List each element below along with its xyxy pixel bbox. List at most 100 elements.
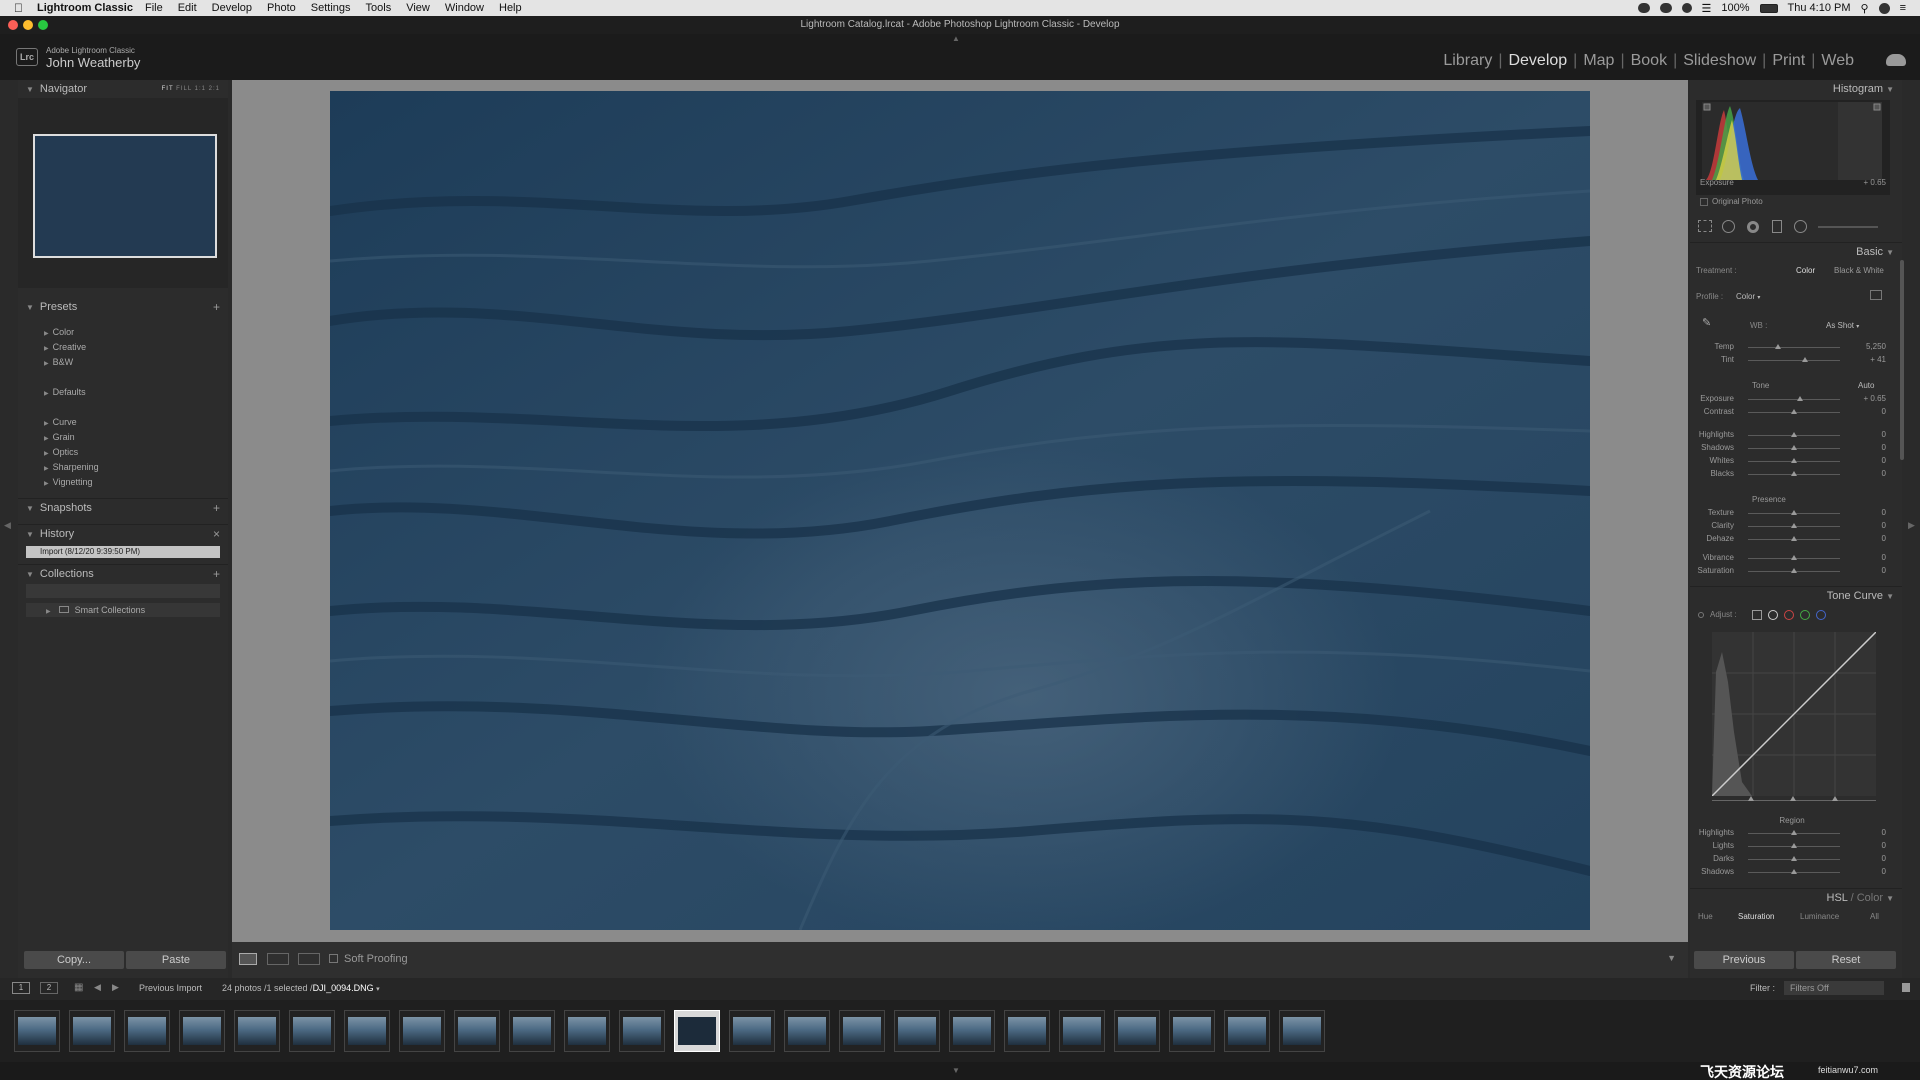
smart-collections-item[interactable]: ▶ Smart Collections bbox=[26, 603, 220, 617]
filmstrip-thumbnail[interactable] bbox=[839, 1010, 885, 1052]
module-develop[interactable]: Develop bbox=[1502, 52, 1573, 70]
graduated-filter-icon[interactable] bbox=[1772, 220, 1782, 233]
highlights-value[interactable]: 0 bbox=[1856, 828, 1886, 837]
before-after-icon[interactable] bbox=[267, 953, 289, 965]
history-item[interactable]: Import (8/12/20 9:39:50 PM) bbox=[26, 546, 220, 558]
preset-group-optics[interactable]: ▶ Optics bbox=[44, 447, 78, 457]
cloud-sync-icon[interactable] bbox=[1886, 54, 1906, 66]
radial-filter-icon[interactable] bbox=[1794, 220, 1807, 233]
texture-slider-knob[interactable] bbox=[1791, 510, 1797, 515]
filmstrip-thumbnail[interactable] bbox=[289, 1010, 335, 1052]
lights-slider-knob[interactable] bbox=[1791, 843, 1797, 848]
filmstrip-thumbnail[interactable] bbox=[509, 1010, 555, 1052]
module-library[interactable]: Library bbox=[1437, 52, 1498, 70]
histogram-header[interactable]: Histogram ▼ bbox=[1690, 80, 1902, 98]
zoom-1-1[interactable]: 1:1 bbox=[195, 86, 206, 92]
module-slideshow[interactable]: Slideshow bbox=[1677, 52, 1762, 70]
exposure-value[interactable]: + 0.65 bbox=[1856, 394, 1886, 403]
filmstrip-thumbnail[interactable] bbox=[1169, 1010, 1215, 1052]
filmstrip-source[interactable]: Previous Import bbox=[139, 983, 202, 993]
filmstrip-thumbnail[interactable] bbox=[1059, 1010, 1105, 1052]
profile-dropdown[interactable]: Color ▾ bbox=[1736, 292, 1760, 301]
main-photo[interactable] bbox=[330, 91, 1590, 930]
hsl-tab-saturation[interactable]: Saturation bbox=[1738, 912, 1774, 921]
menu-develop[interactable]: Develop bbox=[212, 2, 252, 14]
auto-tone-button[interactable]: Auto bbox=[1858, 381, 1874, 390]
histogram-graph[interactable] bbox=[1702, 102, 1882, 180]
filter-lock-icon[interactable] bbox=[1902, 983, 1910, 992]
highlights-value[interactable]: 0 bbox=[1856, 430, 1886, 439]
color-title[interactable]: Color bbox=[1857, 892, 1883, 904]
bottom-panel-toggle-icon[interactable]: ▼ bbox=[952, 1066, 960, 1075]
filmstrip-thumbnail[interactable] bbox=[949, 1010, 995, 1052]
crop-tool-icon[interactable] bbox=[1698, 220, 1712, 232]
blacks-value[interactable]: 0 bbox=[1856, 469, 1886, 478]
red-eye-icon[interactable] bbox=[1747, 221, 1759, 233]
spotlight-search-icon[interactable]: ⚲ bbox=[1861, 2, 1869, 15]
filmstrip-thumbnail[interactable] bbox=[729, 1010, 775, 1052]
second-window-icon[interactable]: 2 bbox=[40, 982, 58, 994]
module-book[interactable]: Book bbox=[1625, 52, 1673, 70]
filmstrip-thumbnail[interactable] bbox=[454, 1010, 500, 1052]
zoom-fit[interactable]: FIT bbox=[162, 86, 174, 92]
paste-settings-button[interactable]: Paste bbox=[126, 951, 226, 969]
filmstrip-thumbnail[interactable] bbox=[234, 1010, 280, 1052]
whites-value[interactable]: 0 bbox=[1856, 456, 1886, 465]
shadows-value[interactable]: 0 bbox=[1856, 867, 1886, 876]
vibrance-slider-knob[interactable] bbox=[1791, 555, 1797, 560]
preset-group-vignetting[interactable]: ▶ Vignetting bbox=[44, 477, 93, 487]
menu-view[interactable]: View bbox=[406, 2, 430, 14]
spot-removal-icon[interactable] bbox=[1722, 220, 1735, 233]
collections-header[interactable]: ▼ Collections + bbox=[18, 564, 228, 582]
minimize-window-button[interactable] bbox=[23, 20, 33, 30]
shadows-slider-knob[interactable] bbox=[1791, 869, 1797, 874]
parametric-curve-icon[interactable] bbox=[1752, 610, 1762, 620]
temp-value[interactable]: 5,250 bbox=[1856, 342, 1886, 351]
darks-slider-knob[interactable] bbox=[1791, 856, 1797, 861]
filmstrip-thumbnail[interactable] bbox=[399, 1010, 445, 1052]
point-curve-blue-icon[interactable] bbox=[1816, 610, 1826, 620]
profile-browser-icon[interactable] bbox=[1870, 290, 1882, 300]
preset-group-sharpening[interactable]: ▶ Sharpening bbox=[44, 462, 99, 472]
filmstrip-thumbnail[interactable] bbox=[69, 1010, 115, 1052]
filmstrip-thumbnail[interactable] bbox=[1004, 1010, 1050, 1052]
original-photo-checkbox[interactable] bbox=[1700, 198, 1708, 206]
close-window-button[interactable] bbox=[8, 20, 18, 30]
tint-value[interactable]: + 41 bbox=[1856, 355, 1886, 364]
curve-split-knob-right[interactable] bbox=[1832, 796, 1838, 801]
treatment-bw-option[interactable]: Black & White bbox=[1834, 266, 1884, 275]
airdrop-icon[interactable] bbox=[1681, 3, 1692, 13]
dehaze-value[interactable]: 0 bbox=[1856, 534, 1886, 543]
point-curve-red-icon[interactable] bbox=[1784, 610, 1794, 620]
point-curve-green-icon[interactable] bbox=[1800, 610, 1810, 620]
preset-group-curve[interactable]: ▶ Curve bbox=[44, 417, 77, 427]
hsl-title[interactable]: HSL bbox=[1827, 892, 1848, 904]
basic-header[interactable]: Basic ▼ bbox=[1690, 242, 1902, 260]
contrast-slider-knob[interactable] bbox=[1791, 409, 1797, 414]
collections-filter-bar[interactable] bbox=[26, 584, 220, 598]
lights-value[interactable]: 0 bbox=[1856, 841, 1886, 850]
tone-curve-header[interactable]: Tone Curve ▼ bbox=[1690, 586, 1902, 604]
add-collection-icon[interactable]: + bbox=[213, 565, 220, 583]
forward-arrow-icon[interactable]: ▶ bbox=[112, 982, 119, 993]
module-map[interactable]: Map bbox=[1577, 52, 1620, 70]
brush-tool-icon[interactable] bbox=[1818, 226, 1878, 228]
exposure-slider[interactable] bbox=[1748, 399, 1840, 400]
filmstrip-thumbnail[interactable] bbox=[674, 1010, 720, 1052]
add-preset-icon[interactable]: + bbox=[213, 298, 220, 316]
filmstrip-thumbnail[interactable] bbox=[124, 1010, 170, 1052]
filmstrip-thumbnail[interactable] bbox=[564, 1010, 610, 1052]
preset-group-bw[interactable]: ▶ B&W bbox=[44, 357, 73, 367]
toolbar-menu-icon[interactable]: ▼ bbox=[1667, 953, 1676, 963]
app-name-menu[interactable]: Lightroom Classic bbox=[37, 2, 133, 14]
temp-slider-knob[interactable] bbox=[1775, 344, 1782, 349]
tint-slider[interactable] bbox=[1748, 360, 1840, 361]
menu-help[interactable]: Help bbox=[499, 2, 522, 14]
menu-edit[interactable]: Edit bbox=[178, 2, 197, 14]
contrast-value[interactable]: 0 bbox=[1856, 407, 1886, 416]
darks-value[interactable]: 0 bbox=[1856, 854, 1886, 863]
dehaze-slider-knob[interactable] bbox=[1791, 536, 1797, 541]
whites-slider-knob[interactable] bbox=[1791, 458, 1797, 463]
menubar-clock[interactable]: Thu 4:10 PM bbox=[1788, 2, 1851, 14]
shadows-value[interactable]: 0 bbox=[1856, 443, 1886, 452]
